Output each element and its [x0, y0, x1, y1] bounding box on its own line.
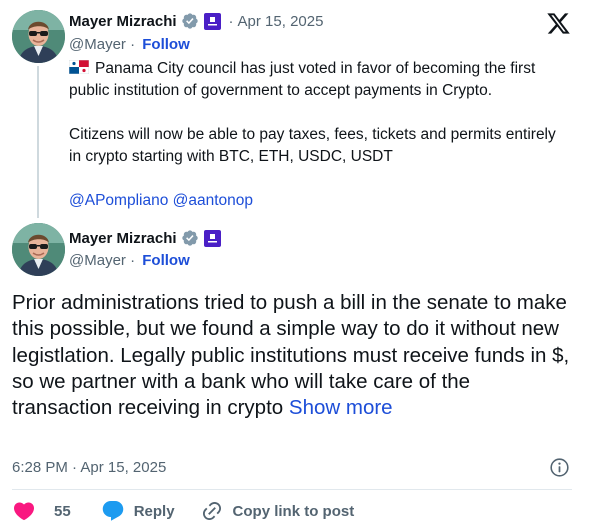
verified-badge-icon — [181, 12, 199, 30]
speech-bubble-icon — [101, 499, 125, 523]
like-count: 55 — [54, 502, 71, 520]
thread-connector-line — [37, 66, 39, 218]
separator-dot: · — [130, 36, 140, 53]
author-handle[interactable]: @Mayer — [69, 36, 126, 53]
separator-dot: · — [130, 252, 140, 269]
heart-icon — [12, 499, 36, 523]
follow-button[interactable]: Follow — [142, 252, 190, 269]
author-avatar[interactable] — [12, 10, 65, 63]
post-text-line: Panama City council has just voted in fa… — [69, 60, 536, 99]
main-post-header: Mayer Mizrachi — [69, 229, 221, 247]
verified-badge-icon — [181, 229, 199, 247]
like-button[interactable]: 55 — [12, 499, 71, 523]
mention-link[interactable]: @aantonop — [173, 192, 253, 209]
mention-link[interactable]: @APompliano — [69, 192, 168, 209]
affiliation-badge-icon[interactable] — [203, 12, 221, 30]
main-post-text: Prior administrations tried to push a bi… — [12, 290, 572, 421]
post-mentions: @APompliano @aantonop — [69, 190, 559, 212]
post-text-line: Citizens will now be able to pay taxes, … — [69, 126, 556, 165]
action-bar: 55 Reply Copy link to post — [12, 497, 354, 525]
post-date: Apr 15, 2025 — [80, 459, 167, 476]
copy-link-button[interactable]: Copy link to post — [201, 500, 355, 522]
author-avatar[interactable] — [12, 223, 65, 276]
info-icon[interactable] — [549, 457, 570, 478]
quoted-post-text: Panama City council has just voted in fa… — [68, 58, 559, 212]
link-icon — [201, 500, 223, 522]
author-name[interactable]: Mayer Mizrachi — [69, 13, 177, 30]
quoted-post-header: Mayer Mizrachi · Apr 15, 2025 — [69, 12, 323, 30]
copy-link-label: Copy link to post — [232, 502, 355, 520]
post-paragraph: Panama City council has just voted in fa… — [68, 58, 559, 102]
post-time: 6:28 PM — [12, 459, 68, 476]
separator-dot: · — [228, 12, 234, 30]
reply-button[interactable]: Reply — [101, 499, 175, 523]
show-more-link[interactable]: Show more — [289, 396, 393, 419]
author-name[interactable]: Mayer Mizrachi — [69, 230, 177, 247]
main-post-handle-row: @Mayer · Follow — [69, 252, 190, 269]
quoted-post-handle-row: @Mayer · Follow — [69, 36, 190, 53]
affiliation-badge-icon[interactable] — [203, 229, 221, 247]
divider — [12, 489, 572, 490]
author-handle[interactable]: @Mayer — [69, 252, 126, 269]
reply-label: Reply — [133, 502, 175, 520]
post-timestamp[interactable]: 6:28 PM · Apr 15, 2025 — [12, 459, 166, 476]
follow-button[interactable]: Follow — [142, 36, 190, 53]
post-date[interactable]: Apr 15, 2025 — [238, 13, 324, 30]
x-logo-icon[interactable] — [546, 11, 571, 36]
panama-flag-icon — [68, 59, 90, 75]
